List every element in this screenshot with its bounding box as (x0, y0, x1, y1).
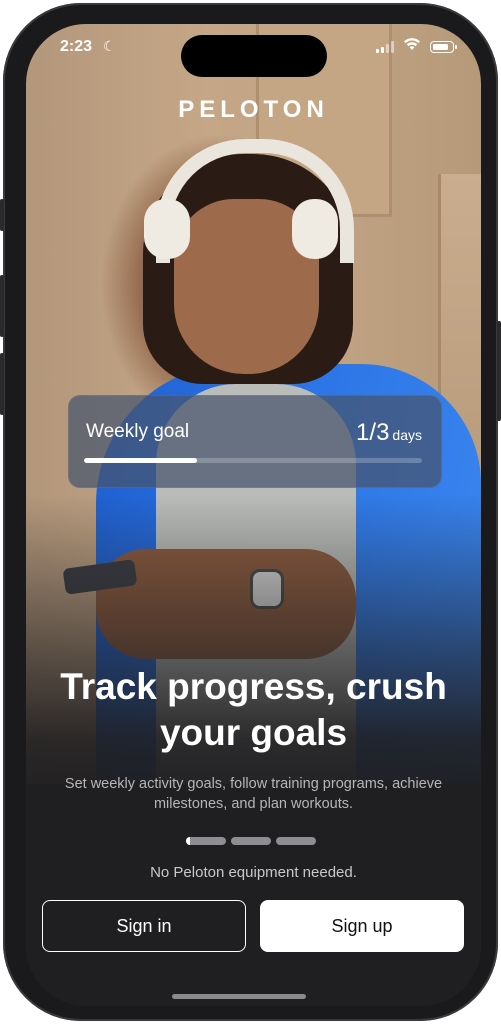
volume-down-button (0, 353, 4, 415)
cellular-signal-icon (376, 41, 396, 53)
onboarding-description: Set weekly activity goals, follow traini… (64, 776, 443, 812)
weekly-goal-progress-bar (84, 458, 422, 463)
dynamic-island (181, 35, 327, 77)
goal-count-unit: days (392, 427, 422, 443)
app-screen: 2:23 ☾ PELOTON Weekly goal 1/3 days Trac… (26, 24, 481, 1006)
home-indicator[interactable] (172, 994, 306, 999)
battery-level (432, 43, 448, 50)
weekly-goal-progress-fill (84, 458, 197, 463)
status-time: 2:23 (60, 38, 93, 55)
page-indicator-dot[interactable] (276, 837, 316, 845)
sign-up-button[interactable]: Sign up (260, 900, 464, 952)
page-indicator[interactable] (186, 837, 326, 845)
goal-count-value: 1/3 (356, 419, 390, 446)
status-bar: 2:23 ☾ (26, 24, 481, 77)
action-button (0, 199, 4, 231)
onboarding-headline: Track progress, crush your goals (60, 666, 447, 753)
volume-up-button (0, 275, 4, 337)
page-indicator-dot[interactable] (231, 837, 271, 845)
weekly-goal-label: Weekly goal (86, 421, 190, 442)
page-indicator-dot-progress (186, 837, 190, 845)
peloton-logo: PELOTON (178, 96, 329, 123)
sign-in-button[interactable]: Sign in (42, 900, 246, 952)
battery-icon (430, 41, 457, 53)
equipment-note: No Peloton equipment needed. (150, 864, 357, 881)
power-button (497, 321, 501, 421)
moon-icon: ☾ (103, 38, 116, 54)
page-indicator-dot[interactable] (186, 837, 226, 845)
weekly-goal-card: Weekly goal 1/3 days (68, 395, 442, 488)
device-frame: 2:23 ☾ PELOTON Weekly goal 1/3 days Trac… (0, 3, 501, 1021)
wifi-icon (404, 38, 420, 50)
weekly-goal-count: 1/3 days (356, 419, 422, 447)
